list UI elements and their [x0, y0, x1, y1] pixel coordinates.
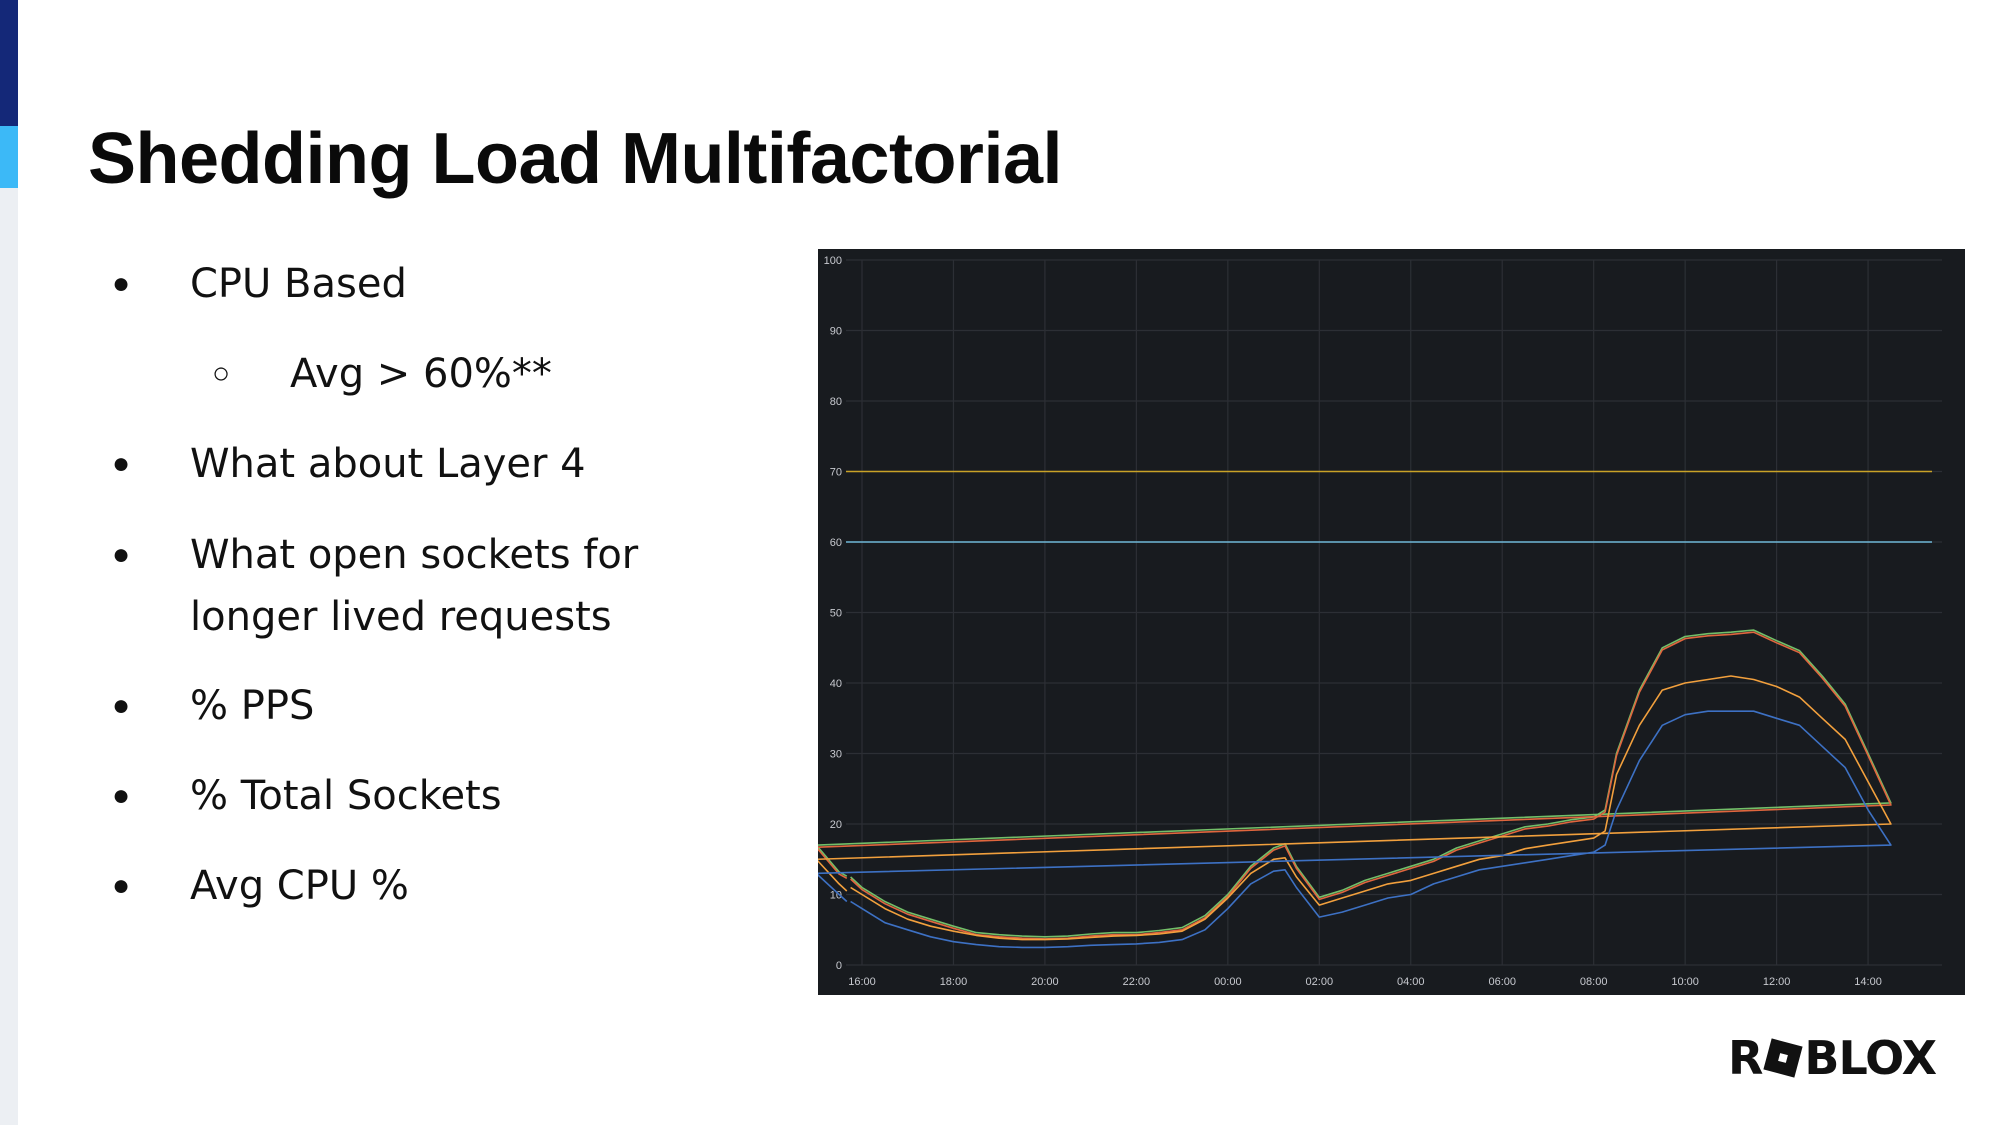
bullet-text: Avg > 60%** [290, 351, 552, 397]
x-tick-label: 02:00 [1306, 976, 1334, 988]
bullet-icon: ● [112, 869, 131, 902]
bullet-icon: ● [112, 779, 131, 812]
logo-letters-blox: BLOX [1804, 1031, 1937, 1085]
x-tick-label: 12:00 [1763, 976, 1791, 988]
y-tick-label: 90 [830, 326, 842, 338]
x-tick-label: 04:00 [1397, 976, 1425, 988]
bullet-icon: ● [112, 689, 131, 722]
sub-bullet-icon: ○ [212, 357, 231, 390]
x-tick-label: 10:00 [1671, 976, 1699, 988]
bullet-text: What open sockets for [190, 532, 639, 578]
bullet-item: What about Layer 4 [190, 433, 586, 495]
x-tick-label: 16:00 [848, 976, 876, 988]
x-tick-label: 20:00 [1031, 976, 1059, 988]
y-tick-label: 60 [830, 537, 842, 549]
roblox-logo: R BLOX [1728, 1031, 1937, 1085]
bullet-icon: ● [112, 267, 131, 300]
accent-bar-rest [0, 188, 18, 1125]
x-tick-label: 14:00 [1854, 976, 1882, 988]
y-tick-label: 50 [830, 608, 842, 620]
x-tick-label: 18:00 [940, 976, 968, 988]
bullet-icon: ● [112, 447, 131, 480]
bullet-item: What open sockets for longer lived reques… [190, 524, 638, 648]
logo-letter-r: R [1728, 1031, 1763, 1085]
bullet-text: CPU Based [190, 261, 407, 307]
bullet-icon: ● [112, 538, 131, 571]
bullet-text: Avg CPU % [190, 863, 409, 909]
slide-title: Shedding Load Multifactorial [88, 119, 1063, 199]
series-line [818, 675, 1892, 941]
bullet-text: % PPS [190, 683, 315, 729]
y-tick-label: 30 [830, 749, 842, 761]
bullet-item: % Total Sockets [190, 765, 502, 827]
y-tick-label: 70 [830, 467, 842, 479]
y-tick-label: 20 [830, 819, 842, 831]
x-tick-label: 22:00 [1123, 976, 1151, 988]
bullet-item: % PPS [190, 675, 314, 737]
y-tick-label: 40 [830, 678, 842, 690]
bullet-text-continuation: longer lived requests [190, 594, 612, 640]
bullet-text: % Total Sockets [190, 773, 502, 819]
y-tick-label: 80 [830, 396, 842, 408]
x-tick-label: 00:00 [1214, 976, 1242, 988]
y-tick-label: 0 [836, 960, 842, 972]
bullet-item: Avg > 60%** [290, 343, 552, 405]
y-tick-label: 100 [824, 255, 842, 267]
accent-bar-mid [0, 126, 18, 188]
bullet-item: CPU Based [190, 253, 407, 315]
logo-tilted-square-icon [1763, 1038, 1804, 1078]
bullet-item: Avg CPU % [190, 855, 409, 917]
bullet-text: What about Layer 4 [190, 441, 586, 487]
cpu-chart: 010203040506070809010016:00 18:00 20:00 22:… [818, 249, 1965, 995]
accent-bar-top [0, 0, 18, 126]
series-line [818, 631, 1892, 940]
x-tick-label: 08:00 [1580, 976, 1608, 988]
x-tick-label: 06:00 [1488, 976, 1516, 988]
